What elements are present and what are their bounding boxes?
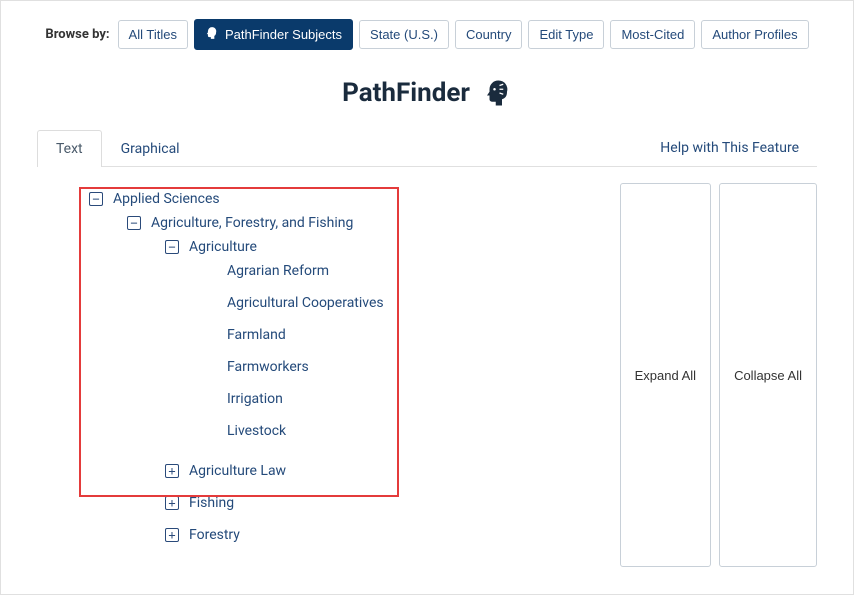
node-label[interactable]: Agriculture, Forestry, and Fishing [151, 215, 353, 231]
page-title-row: PathFinder [1, 60, 853, 130]
node-label[interactable]: Forestry [189, 527, 240, 543]
pathfinder-head-icon [482, 78, 512, 108]
tab-graphical[interactable]: Graphical [102, 130, 199, 167]
tree-node-forestry: + Forestry [165, 519, 600, 551]
collapse-icon[interactable]: − [165, 240, 179, 254]
tree-node-agriculture-forestry-fishing: − Agriculture, Forestry, and Fishing − A… [127, 207, 600, 559]
tree-node-agriculture: − Agriculture Agrarian Reform Agricultur… [165, 231, 600, 455]
tree-leaf[interactable]: Agricultural Cooperatives [203, 287, 600, 319]
help-link[interactable]: Help with This Feature [642, 130, 817, 166]
node-label[interactable]: Agriculture [189, 239, 257, 255]
tree-leaf[interactable]: Irrigation [203, 383, 600, 415]
node-label[interactable]: Fishing [189, 495, 234, 511]
expand-icon[interactable]: + [165, 464, 179, 478]
collapse-icon[interactable]: − [127, 216, 141, 230]
expand-icon[interactable]: + [165, 496, 179, 510]
tree-node-fishing: + Fishing [165, 487, 600, 519]
tree-leaf[interactable]: Farmworkers [203, 351, 600, 383]
filter-author-profiles[interactable]: Author Profiles [701, 20, 808, 49]
collapse-all-button[interactable]: Collapse All [719, 183, 817, 567]
filter-edit-type[interactable]: Edit Type [528, 20, 604, 49]
tab-row: Text Graphical Help with This Feature [37, 130, 817, 167]
tree-leaf[interactable]: Farmland [203, 319, 600, 351]
tree-node-applied-sciences: − Applied Sciences − Agriculture, Forest… [89, 183, 600, 567]
tree-leaf[interactable]: Livestock [203, 415, 600, 447]
tree-leaf[interactable]: Agrarian Reform [203, 255, 600, 287]
tab-text[interactable]: Text [37, 130, 102, 167]
filter-all-titles[interactable]: All Titles [118, 20, 188, 49]
page-title: PathFinder [342, 78, 470, 108]
browse-by-label: Browse by: [45, 27, 109, 42]
filter-pathfinder-subjects[interactable]: PathFinder Subjects [194, 19, 353, 50]
filter-country[interactable]: Country [455, 20, 523, 49]
subject-tree: − Applied Sciences − Agriculture, Forest… [37, 183, 600, 567]
node-label[interactable]: Agriculture Law [189, 463, 286, 479]
filter-pathfinder-label: PathFinder Subjects [225, 27, 342, 42]
head-icon [205, 26, 219, 43]
expand-all-button[interactable]: Expand All [620, 183, 711, 567]
collapse-icon[interactable]: − [89, 192, 103, 206]
tree-actions: Expand All Collapse All [600, 183, 817, 567]
filter-state-us[interactable]: State (U.S.) [359, 20, 449, 49]
filter-most-cited[interactable]: Most-Cited [610, 20, 695, 49]
node-label[interactable]: Applied Sciences [113, 191, 220, 207]
expand-icon[interactable]: + [165, 528, 179, 542]
browse-row: Browse by: All Titles PathFinder Subject… [1, 1, 853, 60]
tree-node-agriculture-law: + Agriculture Law [165, 455, 600, 487]
